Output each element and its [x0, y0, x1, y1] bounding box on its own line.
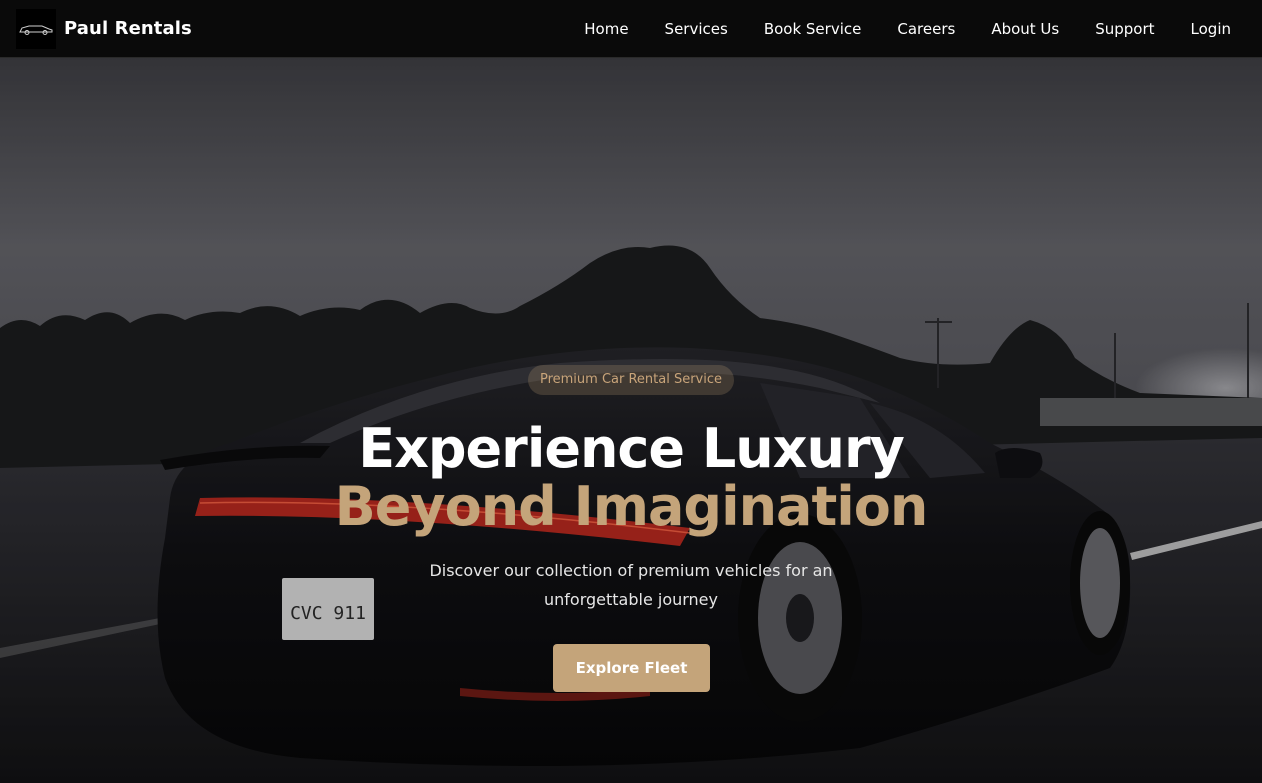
nav-home[interactable]: Home [566, 0, 646, 58]
nav-careers[interactable]: Careers [879, 0, 973, 58]
navbar: Paul Rentals Home Services Book Service … [0, 0, 1262, 58]
brand-name[interactable]: Paul Rentals [64, 18, 192, 39]
main-nav: Home Services Book Service Careers About… [566, 0, 1246, 58]
car-logo-icon[interactable] [16, 8, 56, 49]
explore-fleet-button[interactable]: Explore Fleet [553, 644, 710, 692]
hero-content: Premium Car Rental Service Experience Lu… [0, 58, 1262, 783]
nav-support[interactable]: Support [1077, 0, 1172, 58]
hero-section: CVC 911 Premium Car Rental Service Exper… [0, 58, 1262, 783]
hero-title-line2: Beyond Imagination [334, 475, 929, 538]
nav-book-service[interactable]: Book Service [746, 0, 880, 58]
nav-about-us[interactable]: About Us [973, 0, 1077, 58]
hero-title-line1: Experience Luxury [358, 417, 905, 480]
hero-subtitle: Discover our collection of premium vehic… [429, 561, 833, 609]
premium-badge: Premium Car Rental Service [528, 365, 734, 395]
nav-login[interactable]: Login [1173, 0, 1246, 58]
nav-services[interactable]: Services [647, 0, 746, 58]
brand[interactable]: Paul Rentals [16, 8, 192, 49]
